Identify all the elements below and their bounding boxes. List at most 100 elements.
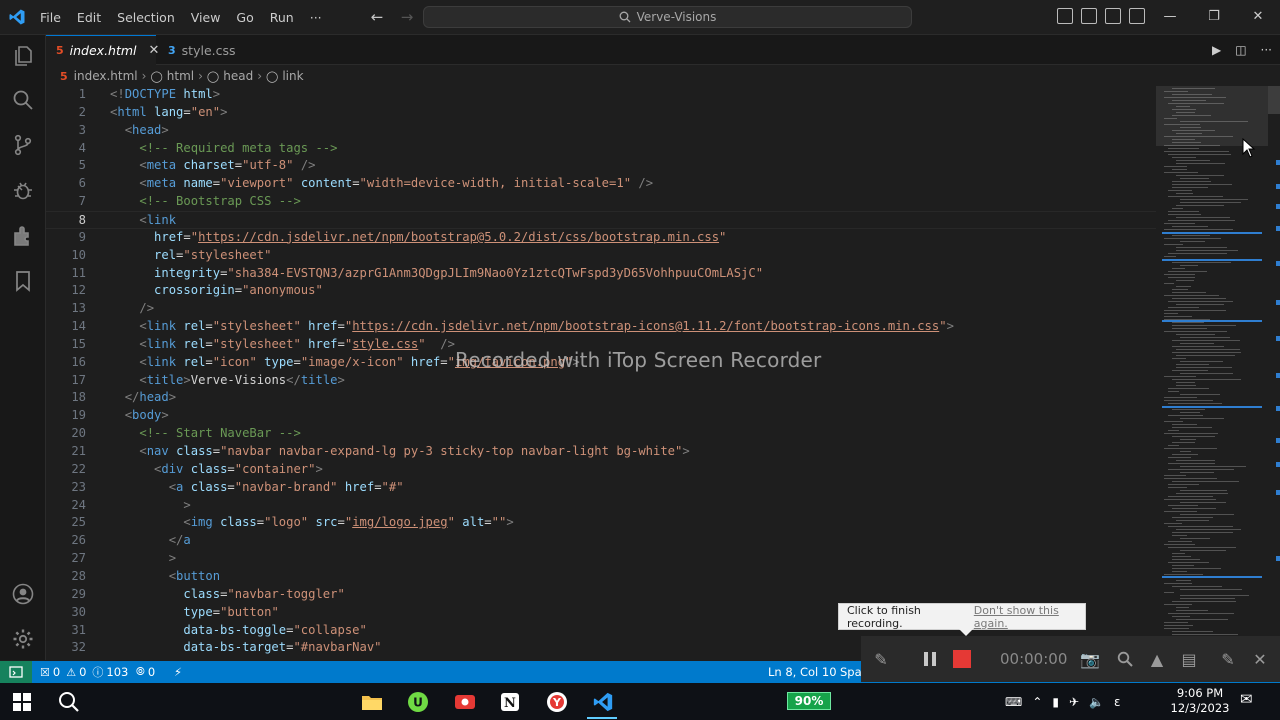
breadcrumb-file[interactable]: 5 index.html: [60, 69, 138, 83]
menu-edit[interactable]: Edit: [69, 0, 109, 35]
menu-file[interactable]: File: [32, 0, 69, 35]
code-line[interactable]: 2 <html lang="en">: [46, 104, 1156, 122]
zoom-icon[interactable]: [1115, 649, 1135, 669]
code-line[interactable]: 24 >: [46, 497, 1156, 515]
accounts-icon[interactable]: [11, 582, 35, 606]
pen-icon[interactable]: ✎: [871, 649, 891, 669]
indentation-setting[interactable]: Spa: [840, 661, 862, 683]
toggle-secondary-sidebar-icon[interactable]: [1105, 8, 1121, 24]
close-window-icon[interactable]: ✕: [1236, 0, 1280, 33]
code-line[interactable]: 11 integrity="sha384-EVSTQN3/azprG1Anm3Q…: [46, 265, 1156, 283]
code-line[interactable]: 14 <link rel="stylesheet" href="https://…: [46, 318, 1156, 336]
code-line[interactable]: 6 <meta name="viewport" content="width=d…: [46, 175, 1156, 193]
clock[interactable]: 9:06 PM 12/3/2023: [1170, 686, 1230, 716]
toggle-panel-icon[interactable]: [1081, 8, 1097, 24]
tab-style-css[interactable]: 3 style.css: [158, 35, 258, 65]
notifications-icon[interactable]: ✉: [1240, 690, 1253, 708]
code-line[interactable]: 18 </head>: [46, 389, 1156, 407]
code-line[interactable]: 10 rel="stylesheet": [46, 247, 1156, 265]
chevron-up-icon[interactable]: ⌃: [1032, 695, 1042, 709]
code-line[interactable]: 28 <button: [46, 568, 1156, 586]
code-line[interactable]: 9 href="https://cdn.jsdelivr.net/npm/boo…: [46, 229, 1156, 247]
explorer-icon[interactable]: [11, 44, 35, 68]
source-control-icon[interactable]: [11, 133, 35, 157]
forward-arrow-icon[interactable]: →: [396, 6, 418, 28]
code-line[interactable]: 1 <!DOCTYPE html>: [46, 86, 1156, 104]
vscode-taskbar-icon[interactable]: [590, 689, 616, 715]
breadcrumb-html[interactable]: ◯ html: [150, 69, 194, 83]
breadcrumb-link[interactable]: ◯ link: [266, 69, 304, 83]
dont-show-again-link[interactable]: Don't show this again.: [974, 604, 1085, 630]
watermark-icon[interactable]: ▲: [1147, 649, 1167, 669]
menu-selection[interactable]: Selection: [109, 0, 183, 35]
minimize-icon[interactable]: —: [1148, 0, 1192, 33]
code-line[interactable]: 29 class="navbar-toggler": [46, 586, 1156, 604]
remote-indicator[interactable]: [0, 661, 32, 683]
code-line[interactable]: 3 <head>: [46, 122, 1156, 140]
code-line[interactable]: 21 <nav class="navbar navbar-expand-lg p…: [46, 443, 1156, 461]
notion-icon[interactable]: N: [497, 689, 523, 715]
restore-icon[interactable]: ❐: [1192, 0, 1236, 33]
yandex-browser-icon[interactable]: Y: [544, 689, 570, 715]
search-icon[interactable]: [11, 88, 35, 112]
search-icon[interactable]: [56, 689, 82, 715]
edit-icon[interactable]: ✎: [1218, 649, 1238, 669]
split-editor-icon[interactable]: ◫: [1235, 43, 1246, 57]
code-line[interactable]: 7 <!-- Bootstrap CSS -->: [46, 193, 1156, 211]
command-center-search[interactable]: Verve-Visions: [423, 6, 912, 28]
lightning-icon[interactable]: ⚡: [174, 661, 182, 683]
code-editor[interactable]: 1 <!DOCTYPE html> 2 <html lang="en"> 3 <head…: [46, 86, 1156, 660]
battery-indicator[interactable]: 90%: [787, 692, 831, 710]
vertical-scrollbar[interactable]: [1268, 86, 1280, 660]
customize-layout-icon[interactable]: [1129, 8, 1145, 24]
upwork-icon[interactable]: U: [405, 689, 431, 715]
close-recorder-icon[interactable]: ✕: [1250, 649, 1270, 669]
code-line[interactable]: 12 crossorigin="anonymous": [46, 282, 1156, 300]
code-line[interactable]: 13 />: [46, 300, 1156, 318]
code-line[interactable]: 27 >: [46, 550, 1156, 568]
run-debug-icon[interactable]: [11, 178, 35, 202]
menu-run[interactable]: Run: [262, 0, 302, 35]
camera-icon[interactable]: 📷: [1080, 649, 1100, 669]
vscode-logo-icon[interactable]: [8, 8, 26, 26]
menu-more[interactable]: ···: [302, 0, 330, 35]
pause-button[interactable]: [920, 649, 940, 669]
code-line[interactable]: 22 <div class="container">: [46, 461, 1156, 479]
code-line[interactable]: 20 <!-- Start NaveBar -->: [46, 425, 1156, 443]
extensions-icon[interactable]: [11, 224, 35, 248]
code-line[interactable]: 8 <link: [46, 210, 1156, 229]
tab-index-html[interactable]: 5 index.html ✕: [46, 35, 159, 65]
code-line[interactable]: 25 <img class="logo" src="img/logo.jpeg"…: [46, 514, 1156, 532]
more-actions-icon[interactable]: ···: [1261, 43, 1272, 57]
problems-indicator[interactable]: ☒ 0 ⚠ 0 ⓘ 103: [40, 661, 128, 683]
code-line[interactable]: 23 <a class="navbar-brand" href="#": [46, 479, 1156, 497]
menu-view[interactable]: View: [183, 0, 229, 35]
keyboard-icon[interactable]: ⌨: [1005, 695, 1022, 709]
breadcrumb-head[interactable]: ◯ head: [207, 69, 253, 83]
volume-icon[interactable]: 🔈: [1089, 695, 1104, 709]
file-explorer-icon[interactable]: [359, 689, 385, 715]
bookmark-icon[interactable]: [11, 269, 35, 293]
code-line[interactable]: 19 <body>: [46, 407, 1156, 425]
network-icon[interactable]: ✈: [1069, 695, 1079, 709]
code-line[interactable]: 5 <meta charset="utf-8" />: [46, 157, 1156, 175]
settings-gear-icon[interactable]: [11, 627, 35, 651]
back-arrow-icon[interactable]: ←: [366, 6, 388, 28]
stop-recording-button[interactable]: [952, 649, 972, 669]
run-file-icon[interactable]: ▶: [1212, 43, 1221, 57]
code-line[interactable]: 17 <title>Verve-Visions</title>: [46, 372, 1156, 390]
menu-go[interactable]: Go: [228, 0, 261, 35]
battery-tray-icon[interactable]: ▮: [1052, 695, 1059, 709]
code-line[interactable]: 26 </a: [46, 532, 1156, 550]
toggle-primary-sidebar-icon[interactable]: [1057, 8, 1073, 24]
subtitle-icon[interactable]: ▤: [1179, 649, 1199, 669]
minimap-slider[interactable]: [1156, 86, 1268, 146]
cursor-position[interactable]: Ln 8, Col 10: [768, 661, 837, 683]
minimap[interactable]: [1156, 86, 1268, 660]
screen-recorder-icon[interactable]: [452, 689, 478, 715]
language-indicator[interactable]: ε: [1114, 695, 1121, 709]
scrollbar-thumb[interactable]: [1268, 86, 1280, 114]
windows-start-icon[interactable]: [9, 689, 35, 715]
ports-indicator[interactable]: ⦾ 0: [136, 661, 155, 683]
code-line[interactable]: 4 <!-- Required meta tags -->: [46, 140, 1156, 158]
